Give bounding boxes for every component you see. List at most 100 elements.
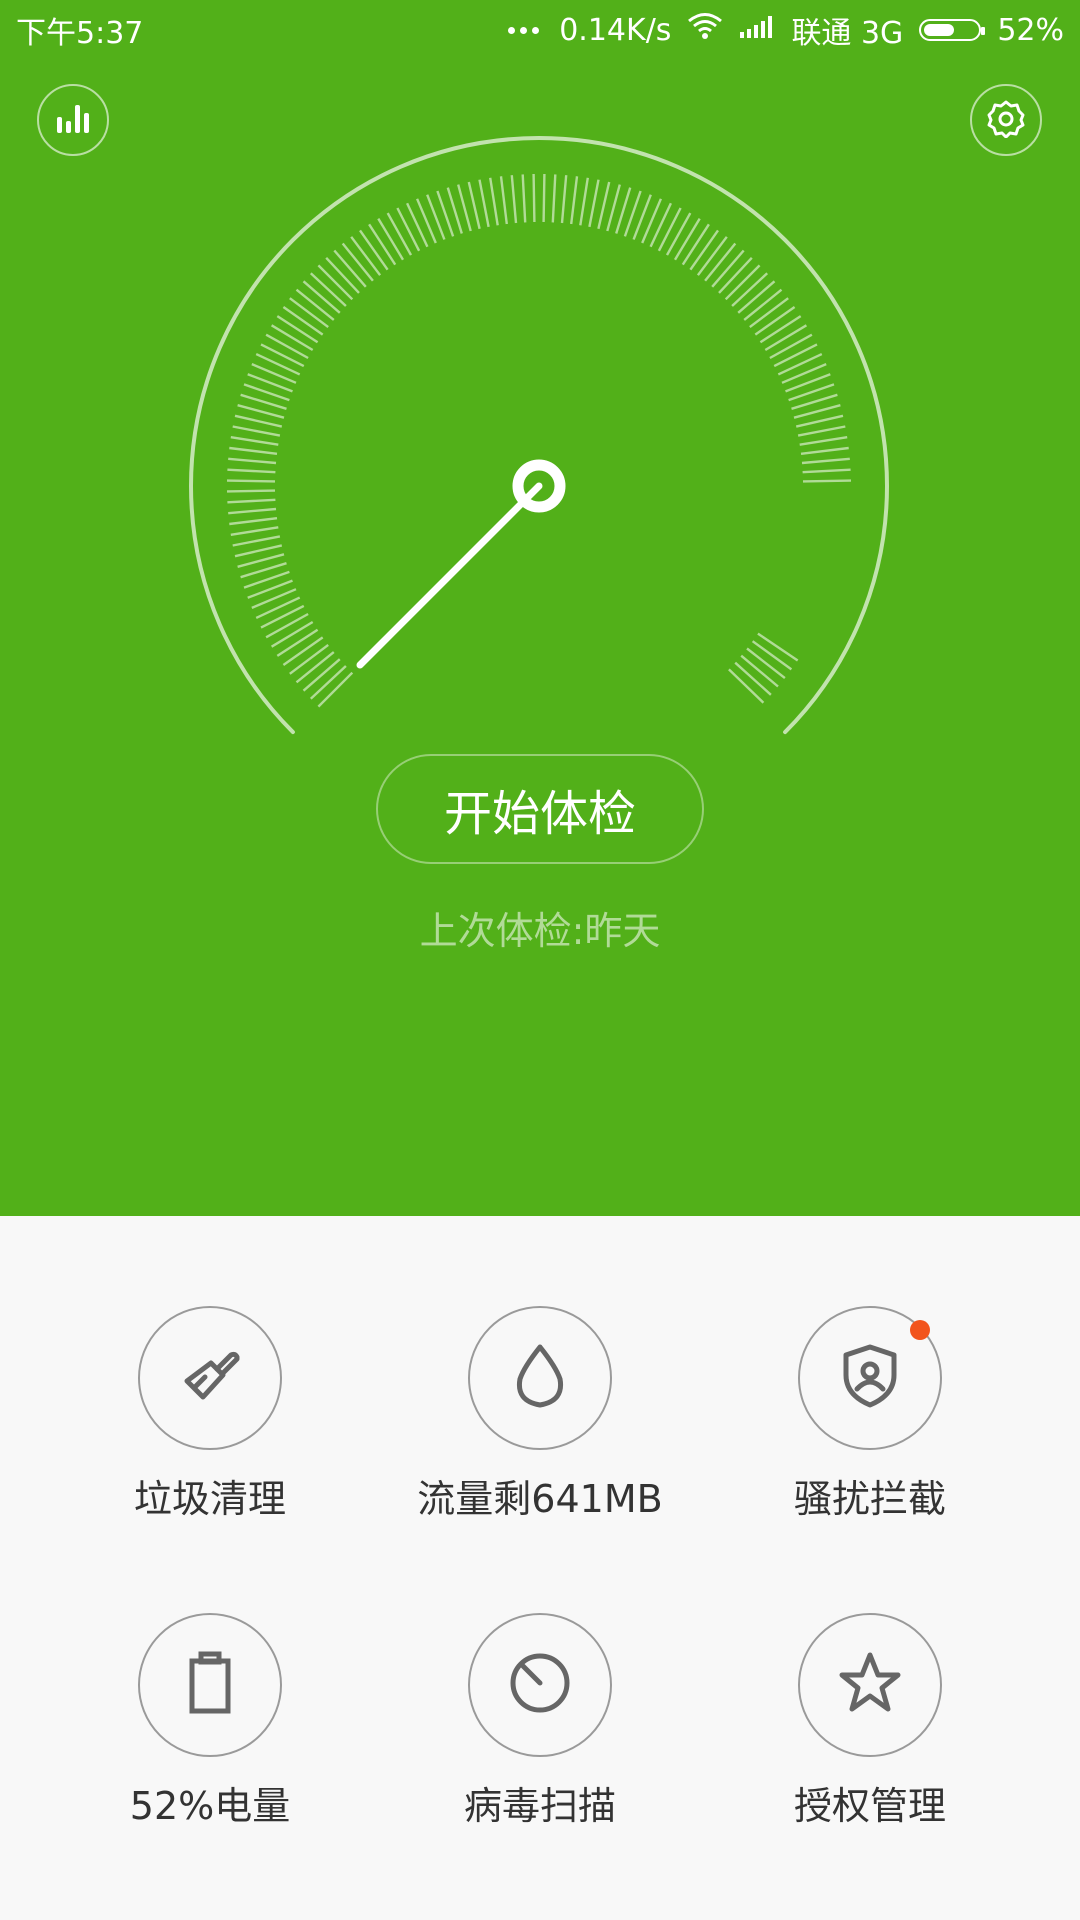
star-icon bbox=[835, 1648, 905, 1722]
shield-user-icon bbox=[838, 1341, 902, 1415]
battery-icon bbox=[185, 1648, 235, 1722]
gauge-tick bbox=[467, 181, 481, 230]
gauge-tick bbox=[234, 544, 283, 558]
water-drop-icon bbox=[510, 1341, 570, 1415]
gauge-tick bbox=[757, 632, 799, 662]
start-checkup-label: 开始体检 bbox=[443, 786, 636, 842]
gauge-tick bbox=[800, 446, 849, 455]
gauge-tick bbox=[718, 256, 753, 294]
gauge-tick bbox=[704, 242, 737, 282]
gauge-tick bbox=[309, 272, 347, 307]
tool-label: 流量剩641MB bbox=[417, 1477, 663, 1521]
gauge-tick bbox=[270, 324, 314, 352]
gauge-tick bbox=[260, 604, 305, 629]
gauge-tick bbox=[754, 306, 796, 336]
gauge-tick bbox=[226, 479, 276, 483]
gauge-tick bbox=[325, 256, 360, 294]
gauge-tick bbox=[681, 223, 710, 266]
gauge-tick bbox=[478, 179, 490, 228]
gauge-tick bbox=[728, 668, 765, 704]
tool-permission-manager[interactable]: 授权管理 bbox=[705, 1613, 1035, 1830]
gauge-tick bbox=[751, 640, 793, 671]
gauge-tick bbox=[777, 353, 823, 376]
gauge-tick bbox=[396, 207, 421, 252]
tool-label: 骚扰拦截 bbox=[793, 1477, 946, 1521]
gauge-tick bbox=[570, 176, 579, 225]
gauge-ticks bbox=[226, 173, 852, 708]
gauge-tick bbox=[276, 315, 319, 344]
gauge-tick bbox=[588, 179, 600, 228]
gauge-tick bbox=[251, 588, 297, 610]
gauge-tick bbox=[673, 217, 701, 261]
gauge-tick bbox=[532, 173, 536, 223]
gauge-tick bbox=[489, 177, 499, 226]
gauge-tick bbox=[377, 217, 405, 261]
tool-battery[interactable]: 52%电量 bbox=[45, 1613, 375, 1830]
gauge-tick bbox=[232, 425, 281, 437]
gauge-tick bbox=[773, 343, 818, 368]
gauge-tick bbox=[232, 535, 281, 547]
gauge-tick bbox=[734, 661, 772, 696]
gauge-tick bbox=[317, 671, 354, 708]
gauge-tick bbox=[499, 176, 508, 225]
gauge-tick bbox=[309, 665, 347, 700]
gauge-tick bbox=[521, 174, 527, 223]
gauge-tick bbox=[270, 620, 314, 648]
gauge-tick bbox=[802, 468, 851, 474]
gauge-tick bbox=[265, 333, 309, 360]
gauge-tick bbox=[740, 654, 779, 688]
gauge-needle bbox=[356, 482, 543, 669]
broom-icon bbox=[175, 1341, 245, 1415]
gauge-tick bbox=[276, 628, 319, 657]
score-gauge bbox=[189, 136, 889, 735]
tool-data-usage[interactable]: 流量剩641MB bbox=[375, 1306, 705, 1523]
tool-harassment-block[interactable]: 骚扰拦截 bbox=[705, 1306, 1035, 1523]
tool-label: 52%电量 bbox=[129, 1784, 291, 1828]
gauge-tick bbox=[282, 636, 324, 666]
gauge-tick bbox=[649, 202, 672, 248]
gauge-tick bbox=[759, 315, 802, 344]
gauge-tick bbox=[560, 175, 568, 224]
gauge-tick bbox=[228, 507, 277, 515]
gauge-tick bbox=[665, 212, 692, 256]
notification-badge bbox=[910, 1320, 930, 1340]
gauge-tick bbox=[333, 249, 367, 288]
tool-label: 授权管理 bbox=[793, 1784, 946, 1828]
gauge-tick bbox=[282, 306, 324, 336]
gauge-tick bbox=[769, 333, 813, 360]
gauge-tick bbox=[795, 414, 844, 428]
gauge-tick bbox=[743, 288, 783, 321]
last-check-text: 上次体检:昨天 bbox=[419, 909, 661, 953]
gauge-tick bbox=[801, 457, 850, 465]
tool-junk-clean[interactable]: 垃圾清理 bbox=[45, 1306, 375, 1523]
gauge-tick bbox=[227, 468, 276, 474]
gauge-tick bbox=[799, 436, 848, 446]
gauge-tick bbox=[229, 517, 278, 526]
gauge-tick bbox=[302, 280, 341, 314]
scan-icon bbox=[505, 1648, 575, 1722]
gauge-tick bbox=[542, 173, 546, 223]
gauge-tick bbox=[386, 212, 413, 256]
gauge-tick bbox=[724, 264, 761, 301]
gauge-tick bbox=[251, 362, 297, 384]
tool-virus-scan[interactable]: 病毒扫描 bbox=[375, 1613, 705, 1830]
gauge-tick bbox=[510, 175, 518, 224]
gauge-tick bbox=[781, 362, 827, 384]
gauge-tick bbox=[302, 658, 341, 692]
gauge-tick bbox=[289, 297, 329, 329]
gauge-tick bbox=[227, 498, 276, 504]
gauge-tick bbox=[711, 249, 745, 288]
gauge-tick bbox=[234, 414, 283, 428]
gauge-tick bbox=[641, 198, 663, 244]
gauge-tick bbox=[737, 280, 776, 314]
gauge-tick bbox=[260, 343, 305, 368]
gauge-tick bbox=[226, 489, 276, 493]
gauge-tick bbox=[368, 223, 397, 266]
start-checkup-button[interactable]: 开始体检 bbox=[376, 754, 704, 864]
tool-label: 垃圾清理 bbox=[133, 1477, 286, 1521]
gauge-tick bbox=[689, 229, 719, 271]
gauge-tick bbox=[265, 612, 309, 639]
gauge-tick bbox=[657, 207, 682, 252]
gauge-tick bbox=[228, 457, 277, 465]
gauge-tick bbox=[802, 479, 852, 483]
